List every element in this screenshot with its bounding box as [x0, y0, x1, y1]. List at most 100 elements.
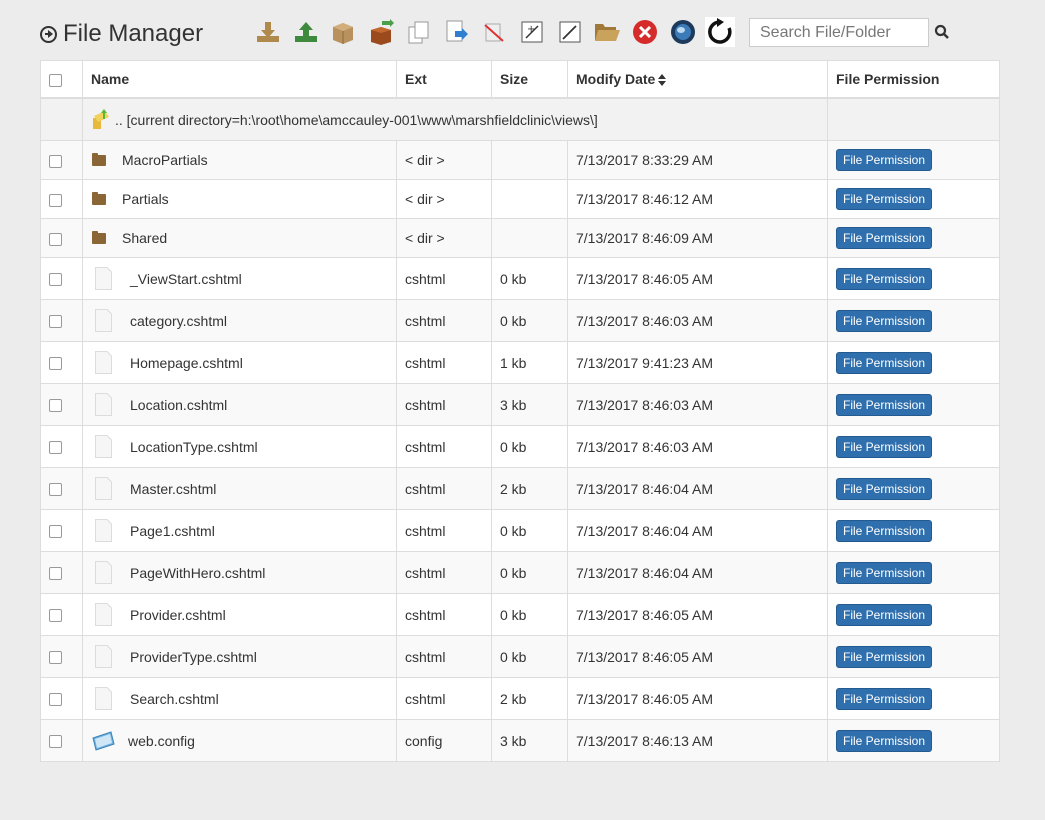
- file-name[interactable]: Provider.cshtml: [130, 607, 226, 623]
- table-row[interactable]: Shared < dir > 7/13/2017 8:46:09 AM File Pe…: [40, 218, 1000, 258]
- file-name[interactable]: Master.cshtml: [130, 481, 216, 497]
- file-permission-button[interactable]: File Permission: [836, 309, 933, 332]
- row-checkbox[interactable]: [49, 399, 62, 413]
- size-cell: 0 kb: [491, 425, 568, 468]
- copy-icon[interactable]: [404, 17, 434, 47]
- current-directory-link[interactable]: .. [current directory=h:\root\home\amcca…: [115, 112, 598, 128]
- row-checkbox[interactable]: [49, 273, 62, 287]
- row-checkbox-cell: [40, 635, 83, 678]
- file-name[interactable]: Homepage.cshtml: [130, 355, 243, 371]
- file-name[interactable]: Search.cshtml: [130, 691, 219, 707]
- size-cell: 0 kb: [491, 509, 568, 552]
- file-permission-button[interactable]: File Permission: [836, 603, 933, 626]
- row-checkbox[interactable]: [49, 315, 62, 329]
- file-name[interactable]: Partials: [122, 191, 169, 207]
- extract-icon[interactable]: [366, 17, 396, 47]
- upload-icon[interactable]: [291, 17, 321, 47]
- size-cell: 1 kb: [491, 341, 568, 384]
- file-permission-button[interactable]: File Permission: [836, 188, 933, 210]
- open-folder-icon[interactable]: [592, 17, 622, 47]
- size-cell: 2 kb: [491, 467, 568, 510]
- table-row[interactable]: Homepage.cshtml cshtml 1 kb 7/13/2017 9:41:…: [40, 341, 1000, 384]
- row-checkbox[interactable]: [49, 357, 62, 371]
- file-permission-button[interactable]: File Permission: [836, 561, 933, 584]
- file-name[interactable]: Location.cshtml: [130, 397, 227, 413]
- row-checkbox[interactable]: [49, 232, 62, 246]
- file-permission-button[interactable]: File Permission: [836, 519, 933, 542]
- file-permission-button[interactable]: File Permission: [836, 687, 933, 710]
- file-permission-button[interactable]: File Permission: [836, 393, 933, 416]
- new-file-icon[interactable]: +: [517, 17, 547, 47]
- refresh-icon[interactable]: [705, 17, 736, 47]
- table-row[interactable]: PageWithHero.cshtml cshtml 0 kb 7/13/2017 8…: [40, 551, 1000, 594]
- row-checkbox[interactable]: [49, 483, 62, 497]
- file-name[interactable]: MacroPartials: [122, 152, 208, 168]
- file-name[interactable]: LocationType.cshtml: [130, 439, 258, 455]
- config-file-icon: [92, 730, 115, 751]
- size-cell: 3 kb: [491, 719, 568, 762]
- up-folder-icon[interactable]: [91, 108, 111, 131]
- search-icon[interactable]: [934, 24, 950, 40]
- file-name[interactable]: web.config: [128, 733, 195, 749]
- row-checkbox[interactable]: [49, 525, 62, 539]
- file-name[interactable]: PageWithHero.cshtml: [130, 565, 265, 581]
- search-input[interactable]: [749, 18, 929, 47]
- table-row[interactable]: _ViewStart.cshtml cshtml 0 kb 7/13/2017 8:4…: [40, 257, 1000, 300]
- move-icon[interactable]: [441, 17, 471, 47]
- table-row[interactable]: Location.cshtml cshtml 3 kb 7/13/2017 8:46:…: [40, 383, 1000, 426]
- table-row[interactable]: Master.cshtml cshtml 2 kb 7/13/2017 8:46:04…: [40, 467, 1000, 510]
- row-checkbox[interactable]: [49, 441, 62, 455]
- row-checkbox[interactable]: [49, 651, 62, 665]
- row-checkbox[interactable]: [49, 154, 62, 168]
- table-row[interactable]: MacroPartials < dir > 7/13/2017 8:33:29 AM…: [40, 140, 1000, 180]
- modify-date-cell: 7/13/2017 8:46:04 AM: [567, 467, 828, 510]
- globe-icon[interactable]: [668, 17, 698, 47]
- file-name[interactable]: _ViewStart.cshtml: [130, 271, 242, 287]
- file-permission-button[interactable]: File Permission: [836, 351, 933, 374]
- select-all-checkbox[interactable]: [49, 73, 62, 87]
- file-name[interactable]: Shared: [122, 230, 167, 246]
- modify-date-cell: 7/13/2017 8:46:04 AM: [567, 551, 828, 594]
- file-name[interactable]: category.cshtml: [130, 313, 227, 329]
- row-checkbox[interactable]: [49, 567, 62, 581]
- edit-icon[interactable]: [555, 17, 585, 47]
- table-row[interactable]: category.cshtml cshtml 0 kb 7/13/2017 8:46:…: [40, 299, 1000, 342]
- name-cell: Search.cshtml: [82, 677, 397, 720]
- table-row[interactable]: web.config config 3 kb 7/13/2017 8:46:13 AM…: [40, 719, 1000, 762]
- file-permission-button[interactable]: File Permission: [836, 477, 933, 500]
- permission-cell: File Permission: [827, 467, 1000, 510]
- file-icon: [95, 687, 112, 710]
- file-permission-button[interactable]: File Permission: [836, 645, 933, 668]
- file-name[interactable]: ProviderType.cshtml: [130, 649, 257, 665]
- row-checkbox[interactable]: [49, 193, 62, 207]
- table-row[interactable]: Page1.cshtml cshtml 0 kb 7/13/2017 8:46:04 …: [40, 509, 1000, 552]
- delete-file-icon[interactable]: [479, 17, 509, 47]
- size-cell: 0 kb: [491, 257, 568, 300]
- cancel-icon[interactable]: [630, 17, 660, 47]
- ext-header[interactable]: Ext: [396, 60, 492, 99]
- row-checkbox[interactable]: [49, 609, 62, 623]
- file-name[interactable]: Page1.cshtml: [130, 523, 215, 539]
- modify-date-cell: 7/13/2017 8:33:29 AM: [567, 140, 828, 180]
- file-permission-button[interactable]: File Permission: [836, 729, 933, 752]
- row-checkbox[interactable]: [49, 693, 62, 707]
- parent-directory-row[interactable]: .. [current directory=h:\root\home\amcca…: [40, 97, 1000, 141]
- modify-date-header[interactable]: Modify Date: [567, 60, 828, 99]
- file-permission-button[interactable]: File Permission: [836, 149, 933, 171]
- table-row[interactable]: ProviderType.cshtml cshtml 0 kb 7/13/2017 8…: [40, 635, 1000, 678]
- archive-icon[interactable]: [328, 17, 358, 47]
- file-icon: [95, 393, 112, 416]
- file-permission-button[interactable]: File Permission: [836, 435, 933, 458]
- file-permission-button[interactable]: File Permission: [836, 267, 933, 290]
- table-row[interactable]: LocationType.cshtml cshtml 0 kb 7/13/2017 8…: [40, 425, 1000, 468]
- file-permission-button[interactable]: File Permission: [836, 227, 933, 249]
- app-title: File Manager: [40, 20, 203, 48]
- name-header[interactable]: Name: [82, 60, 397, 99]
- permission-cell: File Permission: [827, 719, 1000, 762]
- table-row[interactable]: Provider.cshtml cshtml 0 kb 7/13/2017 8:46:…: [40, 593, 1000, 636]
- size-header[interactable]: Size: [491, 60, 568, 99]
- table-row[interactable]: Search.cshtml cshtml 2 kb 7/13/2017 8:46:05…: [40, 677, 1000, 720]
- table-row[interactable]: Partials < dir > 7/13/2017 8:46:12 AM File …: [40, 179, 1000, 219]
- row-checkbox[interactable]: [49, 735, 62, 749]
- download-icon[interactable]: [253, 17, 283, 47]
